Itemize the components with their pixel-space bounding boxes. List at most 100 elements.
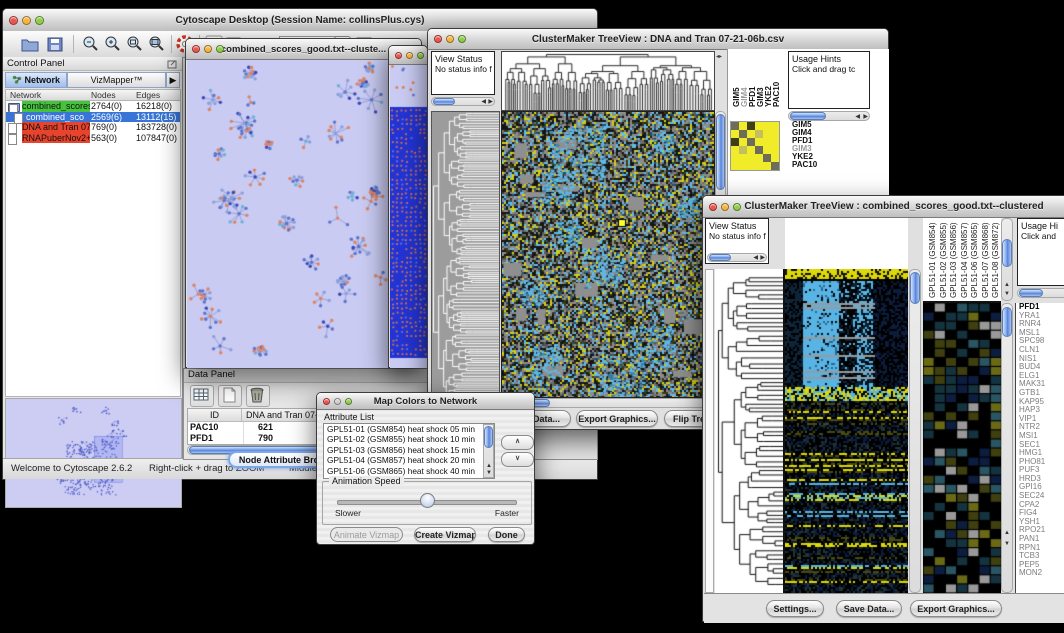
gene-label[interactable]: MON2 xyxy=(1019,569,1064,578)
attribute-list-item[interactable]: GPL51-02 (GSM855) heat shock 10 min xyxy=(327,434,494,444)
tab-vizmapper[interactable]: VizMapper™ xyxy=(67,72,166,88)
export-graphics-button[interactable]: Export Graphics... xyxy=(910,600,1002,617)
done-button[interactable]: Done xyxy=(488,527,525,542)
scroll-thumb[interactable] xyxy=(1002,307,1012,337)
column-label[interactable]: GPL51-06 (GSM865) xyxy=(970,222,979,298)
minimize-button[interactable] xyxy=(406,52,413,59)
close-button[interactable] xyxy=(709,203,717,211)
treeview2-titlebar[interactable]: ClusterMaker TreeView : combined_scores_… xyxy=(703,196,1064,218)
zoom-heatmap-matrix[interactable] xyxy=(730,121,780,171)
export-graphics-button[interactable]: Export Graphics... xyxy=(576,410,658,427)
dp-col-id[interactable]: ID xyxy=(188,409,242,421)
global-heatmap[interactable] xyxy=(501,111,715,398)
zoom-button[interactable] xyxy=(35,16,44,25)
open-file-icon[interactable] xyxy=(20,34,40,54)
close-button[interactable] xyxy=(192,45,200,53)
scroll-thumb[interactable] xyxy=(1019,289,1043,297)
scroll-right-arrow[interactable]: ▶ xyxy=(760,255,765,261)
save-data-button[interactable]: Save Data... xyxy=(836,600,902,617)
column-dendrogram[interactable] xyxy=(501,51,715,111)
close-button[interactable] xyxy=(323,398,330,405)
network-window-2-titlebar[interactable] xyxy=(389,46,427,65)
network-table-row[interactable]: combined_scores 2764(0) 16218(0) xyxy=(6,101,180,112)
col-nodes[interactable]: Nodes xyxy=(91,90,116,101)
network-table-row[interactable]: DNA and Tran 07 769(0) 183728(0) xyxy=(6,122,180,133)
global-heatmap[interactable] xyxy=(785,269,908,593)
zoom-button[interactable] xyxy=(345,398,352,405)
attribute-list-item[interactable]: GPL51-01 (GSM854) heat shock 05 min xyxy=(327,424,494,434)
zoom-button[interactable] xyxy=(216,45,224,53)
minimize-button[interactable] xyxy=(204,45,212,53)
attribute-list-item[interactable]: GPL51-06 (GSM865) heat shock 40 min xyxy=(327,466,494,476)
select-attributes-icon[interactable] xyxy=(190,385,214,407)
network-canvas-2[interactable] xyxy=(390,65,428,368)
attribute-list-item[interactable]: GPL51-04 (GSM857) heat shock 20 min xyxy=(327,455,494,465)
dialog-titlebar[interactable]: Map Colors to Network xyxy=(317,393,534,410)
network-table-row[interactable]: RNAPuberNov2+I 563(0) 107847(0) xyxy=(6,133,180,144)
move-down-button[interactable]: ∨ xyxy=(501,452,534,467)
zoom-button[interactable] xyxy=(458,35,466,43)
close-button[interactable] xyxy=(395,52,402,59)
zoom-button[interactable] xyxy=(733,203,741,211)
close-button[interactable] xyxy=(9,16,18,25)
column-label[interactable]: GPL51-08 (GSM872) xyxy=(991,222,1000,298)
scroll-thumb[interactable] xyxy=(716,114,725,190)
scroll-thumb[interactable] xyxy=(1002,239,1012,267)
treeview1-titlebar[interactable]: ClusterMaker TreeView : DNA and Tran 07-… xyxy=(428,29,888,50)
attribute-list-scrollbar[interactable]: ▲ ▼ xyxy=(483,424,494,478)
network-canvas[interactable] xyxy=(187,60,422,368)
column-label[interactable]: GPL51-01 (GSM854) xyxy=(928,222,937,298)
scroll-left-arrow[interactable]: ◀ xyxy=(753,255,758,261)
scroll-right-arrow[interactable]: ▶ xyxy=(488,99,493,105)
scroll-left-arrow[interactable]: ◀ xyxy=(855,114,860,120)
minimize-button[interactable] xyxy=(334,398,341,405)
column-label[interactable]: GPL51-04 (GSM857) xyxy=(960,222,969,298)
scroll-down-arrow[interactable]: ▼ xyxy=(1004,291,1010,297)
scroll-thumb[interactable] xyxy=(484,426,493,448)
attribute-list-item[interactable]: GPL51-03 (GSM856) heat shock 15 min xyxy=(327,445,494,455)
zoom-column-label[interactable]: PAC10 xyxy=(772,82,781,107)
column-label[interactable]: GPL51-02 (GSM855) xyxy=(939,222,948,298)
zoom-fit-icon[interactable] xyxy=(147,34,167,54)
network-table-header[interactable]: Network Nodes Edges xyxy=(5,89,181,101)
scroll-up-arrow[interactable]: ▲ xyxy=(486,463,492,469)
delete-attribute-icon[interactable] xyxy=(246,385,270,407)
scroll-thumb[interactable] xyxy=(433,98,455,105)
speed-slider-thumb[interactable] xyxy=(420,493,435,508)
zoom-heatmap[interactable] xyxy=(923,303,1001,593)
scroll-right-arrow[interactable]: ▶ xyxy=(863,114,868,120)
scroll-up-arrow[interactable]: ▲ xyxy=(1004,530,1010,536)
zoom-button[interactable] xyxy=(417,52,424,59)
scroll-left-arrow[interactable]: ◀ xyxy=(481,99,486,105)
minimize-button[interactable] xyxy=(446,35,454,43)
save-icon[interactable] xyxy=(45,34,65,54)
heatmap-vscrollbar[interactable] xyxy=(909,269,921,593)
view-status-scrollbar[interactable]: ◀ ▶ xyxy=(431,97,495,106)
scroll-down-arrow[interactable]: ▼ xyxy=(486,470,492,476)
birds-eye-overview[interactable] xyxy=(5,398,182,508)
close-button[interactable] xyxy=(434,35,442,43)
zoom-row-label[interactable]: PAC10 xyxy=(792,161,817,169)
zoom-out-icon[interactable] xyxy=(81,34,101,54)
column-label[interactable]: GPL51-07 (GSM868) xyxy=(981,222,990,298)
zoom-selected-icon[interactable] xyxy=(125,34,145,54)
settings-button[interactable]: Settings... xyxy=(766,600,824,617)
zoom-in-icon[interactable] xyxy=(103,34,123,54)
minimize-button[interactable] xyxy=(721,203,729,211)
panel-divider-arrows[interactable]: ◂▸ xyxy=(716,53,722,60)
float-panel-icon[interactable] xyxy=(167,59,178,69)
zoom-vscrollbar[interactable]: ▲ ▼ xyxy=(1001,303,1013,593)
row-dendrogram[interactable] xyxy=(715,269,785,593)
create-vizmap-button[interactable]: Create Vizmap xyxy=(414,527,476,542)
view-status-scrollbar[interactable]: ◀ ▶ xyxy=(707,253,767,262)
scroll-thumb[interactable] xyxy=(709,254,731,261)
column-tree-area[interactable] xyxy=(785,218,908,270)
scroll-up-arrow[interactable]: ▲ xyxy=(1004,282,1010,288)
animate-vizmap-button[interactable]: Animate Vizmap xyxy=(330,527,403,542)
move-up-button[interactable]: ∧ xyxy=(501,435,534,450)
scroll-thumb[interactable] xyxy=(790,112,826,120)
scroll-thumb[interactable] xyxy=(910,272,920,304)
minimize-button[interactable] xyxy=(22,16,31,25)
usage-scrollbar[interactable] xyxy=(1017,288,1064,298)
column-label[interactable]: GPL51-03 (GSM856) xyxy=(949,222,958,298)
